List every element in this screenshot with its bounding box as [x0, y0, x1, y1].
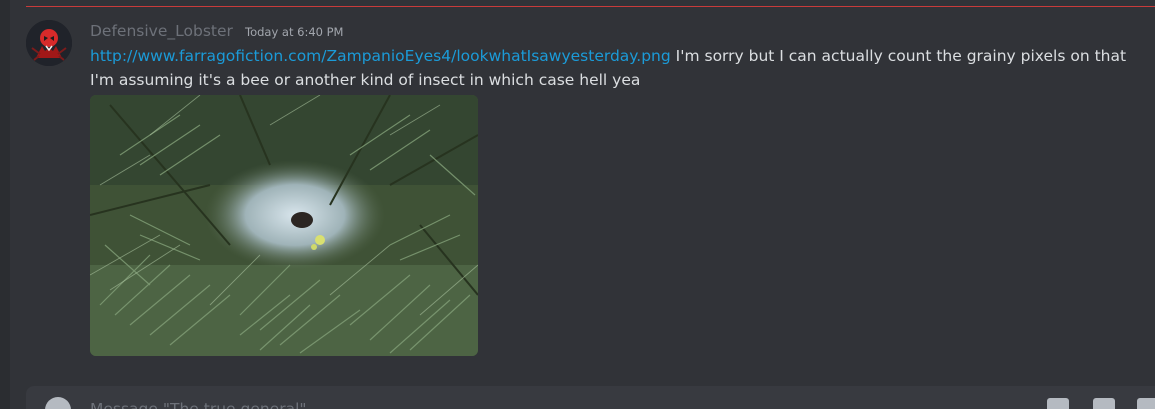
message-line-2: I'm assuming it's a bee or another kind … [90, 71, 641, 89]
photo-pine-branches [90, 95, 478, 356]
avatar-red-figure-icon [26, 20, 72, 66]
message-text-1: I'm sorry but I can actually count the g… [670, 47, 1127, 65]
channel-list-edge [0, 0, 10, 409]
gift-icon[interactable] [1047, 398, 1069, 409]
image-attachment[interactable] [90, 95, 478, 356]
new-messages-divider [26, 6, 1155, 7]
message-username[interactable]: Defensive_Lobster [90, 21, 233, 41]
message-input[interactable]: Message "The true general" [90, 399, 890, 409]
message-timestamp: Today at 6:40 PM [245, 25, 344, 39]
image-link[interactable]: http://www.farragofiction.com/ZampanioEy… [90, 47, 671, 65]
message-line-1: http://www.farragofiction.com/ZampanioEy… [90, 45, 1126, 67]
gif-icon[interactable] [1093, 398, 1115, 409]
sticker-icon[interactable] [1137, 398, 1155, 409]
chat-view: Defensive_Lobster Today at 6:40 PM http:… [0, 0, 1155, 409]
user-avatar[interactable] [26, 20, 72, 66]
